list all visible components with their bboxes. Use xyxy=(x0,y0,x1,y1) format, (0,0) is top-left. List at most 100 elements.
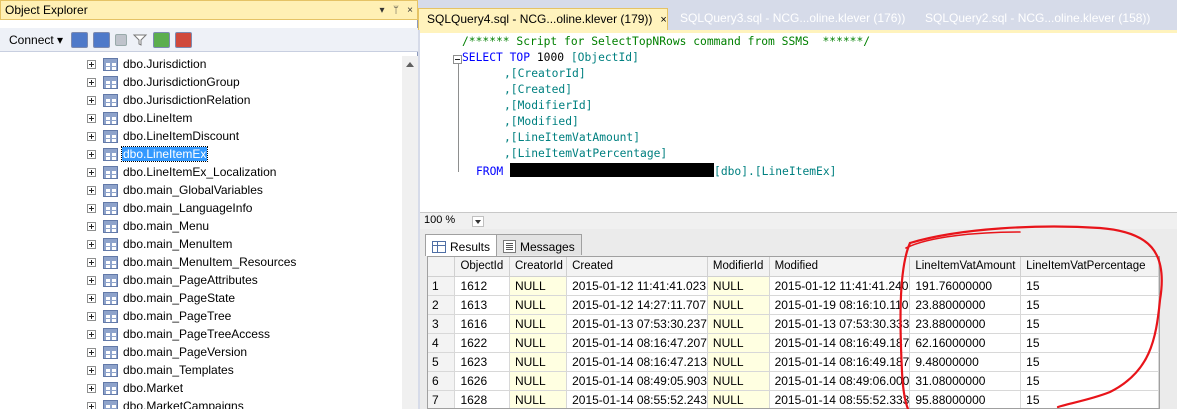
expand-plus-icon[interactable] xyxy=(87,222,96,231)
expand-plus-icon[interactable] xyxy=(87,114,96,123)
expand-plus-icon[interactable] xyxy=(87,204,96,213)
table-row[interactable]: 3 1616 NULL 2015-01-13 07:53:30.237 NULL 2015… xyxy=(428,314,1159,334)
table-cell[interactable]: 62.16000000 xyxy=(909,333,1022,353)
expand-plus-icon[interactable] xyxy=(87,276,96,285)
table-cell[interactable]: 2015-01-14 08:49:05.903 xyxy=(566,371,708,391)
table-cell[interactable]: 1612 xyxy=(454,276,510,296)
tree-item[interactable]: dbo.main_PageAttributes xyxy=(0,272,402,290)
expand-plus-icon[interactable] xyxy=(87,366,96,375)
table-cell[interactable]: 2015-01-13 07:53:30.237 xyxy=(566,314,708,334)
table-cell[interactable]: NULL xyxy=(707,295,770,315)
table-cell[interactable]: 2015-01-14 08:49:06.000 xyxy=(769,371,911,391)
column-header[interactable]: CreatorId xyxy=(509,257,568,277)
column-header[interactable]: Modified xyxy=(769,257,911,277)
table-cell[interactable]: 2015-01-14 08:55:52.333 xyxy=(769,390,911,408)
table-cell[interactable]: 15 xyxy=(1020,371,1159,391)
row-number-cell[interactable]: 4 xyxy=(428,333,456,353)
results-grid[interactable]: ObjectId CreatorId Created ModifierId Mo… xyxy=(427,256,1160,409)
tree-item[interactable]: dbo.Market xyxy=(0,380,402,398)
zoom-level[interactable]: 100 % xyxy=(424,214,455,226)
corner-cell[interactable] xyxy=(428,257,456,277)
expand-plus-icon[interactable] xyxy=(87,78,96,87)
expand-plus-icon[interactable] xyxy=(87,348,96,357)
table-cell[interactable]: 2015-01-12 14:27:11.707 xyxy=(566,295,708,315)
object-explorer-scrollbar[interactable] xyxy=(402,56,418,409)
table-cell[interactable]: 15 xyxy=(1020,276,1159,296)
expand-plus-icon[interactable] xyxy=(87,168,96,177)
filter-icon[interactable] xyxy=(132,32,148,48)
table-cell[interactable]: NULL xyxy=(707,371,770,391)
expand-plus-icon[interactable] xyxy=(87,150,96,159)
tree-item[interactable]: dbo.main_PageState xyxy=(0,290,402,308)
disconnect-icon[interactable] xyxy=(93,31,111,48)
table-cell[interactable]: 1616 xyxy=(454,314,510,334)
column-header[interactable]: ModifierId xyxy=(707,257,770,277)
table-cell[interactable]: 2015-01-13 07:53:30.333 xyxy=(769,314,911,334)
tree-item[interactable]: dbo.LineItemEx_Localization xyxy=(0,164,402,182)
row-number-cell[interactable]: 2 xyxy=(428,295,456,315)
table-cell[interactable]: NULL xyxy=(707,314,770,334)
table-cell[interactable]: 2015-01-14 08:16:47.213 xyxy=(566,352,708,372)
tree-item[interactable]: dbo.LineItem xyxy=(0,110,402,128)
table-cell[interactable]: 191.76000000 xyxy=(909,276,1022,296)
table-cell[interactable]: 15 xyxy=(1020,314,1159,334)
table-cell[interactable]: 2015-01-19 08:16:10.110 xyxy=(769,295,911,315)
expand-plus-icon[interactable] xyxy=(87,186,96,195)
scroll-up-arrow-icon[interactable] xyxy=(406,62,414,67)
tree-item[interactable]: dbo.main_PageTree xyxy=(0,308,402,326)
table-cell[interactable]: NULL xyxy=(509,352,568,372)
tree-item[interactable]: dbo.main_Templates xyxy=(0,362,402,380)
table-cell[interactable]: NULL xyxy=(707,276,770,296)
expand-plus-icon[interactable] xyxy=(87,258,96,267)
tab-sqlquery3[interactable]: SQLQuery3.sql - NCG...oline.klever (176)… xyxy=(672,8,905,30)
tree-item[interactable]: dbo.JurisdictionGroup xyxy=(0,74,402,92)
expand-plus-icon[interactable] xyxy=(87,312,96,321)
expand-plus-icon[interactable] xyxy=(87,294,96,303)
tree-item[interactable]: dbo.main_GlobalVariables xyxy=(0,182,402,200)
row-number-cell[interactable]: 7 xyxy=(428,390,456,408)
table-cell[interactable]: 15 xyxy=(1020,333,1159,353)
table-row[interactable]: 7 1628 NULL 2015-01-14 08:55:52.243 NULL 2015… xyxy=(428,390,1159,408)
connect-button[interactable]: Connect ▾ xyxy=(6,32,66,48)
tab-results[interactable]: Results xyxy=(425,234,498,256)
table-cell[interactable]: NULL xyxy=(509,333,568,353)
refresh-icon[interactable] xyxy=(153,31,171,48)
column-header[interactable]: LineItemVatPercentage xyxy=(1020,257,1159,277)
table-cell[interactable]: 31.08000000 xyxy=(909,371,1022,391)
column-header[interactable]: ObjectId xyxy=(454,257,510,277)
expand-plus-icon[interactable] xyxy=(87,402,96,409)
table-cell[interactable]: 95.88000000 xyxy=(909,390,1022,408)
tree-item[interactable]: dbo.main_PageTreeAccess xyxy=(0,326,402,344)
table-row[interactable]: 5 1623 NULL 2015-01-14 08:16:47.213 NULL 2015… xyxy=(428,352,1159,372)
dropdown-arrow-icon[interactable]: ▾ xyxy=(375,5,389,16)
table-cell[interactable]: 15 xyxy=(1020,352,1159,372)
table-cell[interactable]: 23.88000000 xyxy=(909,314,1022,334)
tree-item[interactable]: dbo.MarketCampaigns xyxy=(0,398,402,409)
expand-plus-icon[interactable] xyxy=(87,384,96,393)
table-row[interactable]: 1 1612 NULL 2015-01-12 11:41:41.023 NULL 2015… xyxy=(428,276,1159,296)
tree-item[interactable]: dbo.main_LanguageInfo xyxy=(0,200,402,218)
expand-plus-icon[interactable] xyxy=(87,132,96,141)
table-row[interactable]: 4 1622 NULL 2015-01-14 08:16:47.207 NULL 2015… xyxy=(428,333,1159,353)
editor-horizontal-scrollbar[interactable] xyxy=(488,213,1177,228)
tree-item[interactable]: dbo.main_PageVersion xyxy=(0,344,402,362)
table-cell[interactable]: NULL xyxy=(707,352,770,372)
table-cell[interactable]: NULL xyxy=(509,295,568,315)
tree-item[interactable]: dbo.main_MenuItem_Resources xyxy=(0,254,402,272)
tree-item[interactable]: dbo.LineItemEx xyxy=(0,146,402,164)
table-row[interactable]: 2 1613 NULL 2015-01-12 14:27:11.707 NULL 2015… xyxy=(428,295,1159,315)
table-cell[interactable]: 2015-01-12 11:41:41.240 xyxy=(769,276,911,296)
tree-item[interactable]: dbo.JurisdictionRelation xyxy=(0,92,402,110)
table-cell[interactable]: NULL xyxy=(509,371,568,391)
table-cell[interactable]: 1626 xyxy=(454,371,510,391)
table-cell[interactable]: NULL xyxy=(707,390,770,408)
tree-item[interactable]: dbo.LineItemDiscount xyxy=(0,128,402,146)
table-cell[interactable]: NULL xyxy=(509,276,568,296)
table-cell[interactable]: NULL xyxy=(509,390,568,408)
connect-object-explorer-icon[interactable] xyxy=(71,31,89,48)
table-cell[interactable]: 2015-01-14 08:16:49.187 xyxy=(769,333,911,353)
table-row[interactable]: 6 1626 NULL 2015-01-14 08:49:05.903 NULL 2015… xyxy=(428,371,1159,391)
activity-monitor-icon[interactable] xyxy=(175,31,193,48)
expand-plus-icon[interactable] xyxy=(87,330,96,339)
zoom-dropdown-icon[interactable] xyxy=(472,216,484,227)
